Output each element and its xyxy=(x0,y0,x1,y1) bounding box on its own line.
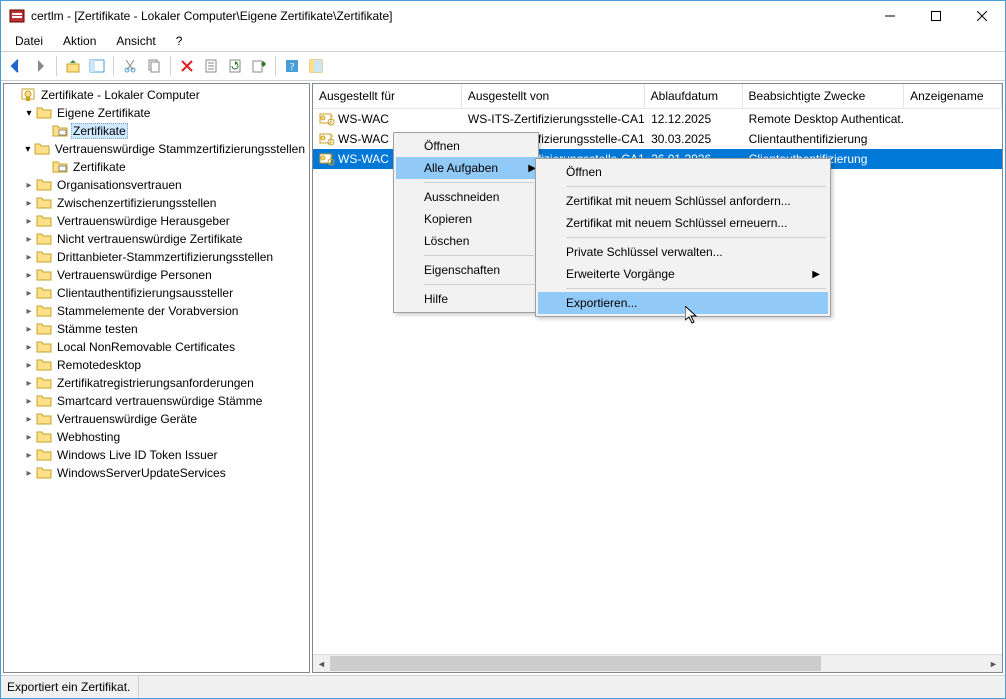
forward-button[interactable] xyxy=(29,55,51,77)
status-text: Exportiert ein Zertifikat. xyxy=(7,676,139,698)
svg-text:?: ? xyxy=(290,61,295,73)
tree-item[interactable]: ▸Stammelemente der Vorabversion xyxy=(6,302,307,320)
app-icon xyxy=(9,8,25,24)
body-split: Zertifikate - Lokaler Computer▾Eigene Ze… xyxy=(1,81,1005,675)
ctx-item[interactable]: Exportieren... xyxy=(538,292,828,314)
tree-item[interactable]: ▸Remotedesktop xyxy=(6,356,307,374)
tree-item[interactable]: ▸Vertrauenswürdige Geräte xyxy=(6,410,307,428)
tree-root-item[interactable]: Zertifikate - Lokaler Computer xyxy=(6,86,307,104)
list-pane: Ausgestellt fürAusgestellt vonAblaufdatu… xyxy=(312,83,1003,673)
ctx-item[interactable]: Zertifikat mit neuem Schlüssel erneuern.… xyxy=(538,212,828,234)
tree-item[interactable]: ▸Smartcard vertrauenswürdige Stämme xyxy=(6,392,307,410)
ctx-item[interactable]: Öffnen xyxy=(396,135,544,157)
tree-item[interactable]: ▾Vertrauenswürdige Stammzertifizierungss… xyxy=(6,140,307,158)
column-header-issued_by[interactable]: Ausgestellt von xyxy=(462,84,645,108)
certificate-icon xyxy=(319,151,335,167)
column-header-issued_to[interactable]: Ausgestellt für xyxy=(313,84,462,108)
tree-item[interactable]: ▸Zertifikatregistrierungsanforderungen xyxy=(6,374,307,392)
list-row[interactable]: WS-WACWS-ITS-Zertifizierungsstelle-CA112… xyxy=(313,109,1002,129)
tree-item[interactable]: ▸Vertrauenswürdige Personen xyxy=(6,266,307,284)
cut-button[interactable] xyxy=(119,55,141,77)
scroll-left-button[interactable]: ◄ xyxy=(313,655,330,672)
delete-button[interactable] xyxy=(176,55,198,77)
context-submenu[interactable]: Öffnen Zertifikat mit neuem Schlüssel anf… xyxy=(535,158,831,317)
ctx-item[interactable]: Kopieren xyxy=(396,208,544,230)
ctx-item[interactable]: Private Schlüssel verwalten... xyxy=(538,241,828,263)
tree-item[interactable]: Zertifikate xyxy=(6,158,307,176)
menu-datei[interactable]: Datei xyxy=(7,32,51,50)
tree-item[interactable]: ▸Nicht vertrauenswürdige Zertifikate xyxy=(6,230,307,248)
ctx-item[interactable]: Erweiterte Vorgänge▶ xyxy=(538,263,828,285)
tree-item[interactable]: ▸Stämme testen xyxy=(6,320,307,338)
context-menu[interactable]: ÖffnenAlle Aufgaben▶AusschneidenKopieren… xyxy=(393,132,539,313)
chevron-right-icon: ▶ xyxy=(812,269,820,280)
tree-item[interactable]: ▸Organisationsvertrauen xyxy=(6,176,307,194)
window-controls xyxy=(867,1,1005,31)
tree-item[interactable]: ▾Eigene Zertifikate xyxy=(6,104,307,122)
scroll-thumb[interactable] xyxy=(330,656,821,671)
ctx-item[interactable]: Ausschneiden xyxy=(396,186,544,208)
tree-item[interactable]: ▸Vertrauenswürdige Herausgeber xyxy=(6,212,307,230)
properties-button[interactable] xyxy=(200,55,222,77)
tree-item[interactable]: Zertifikate xyxy=(6,122,307,140)
horizontal-scrollbar[interactable]: ◄ ► xyxy=(313,654,1002,672)
ctx-item[interactable]: Zertifikat mit neuem Schlüssel anfordern… xyxy=(538,190,828,212)
ctx-item[interactable]: Öffnen xyxy=(538,161,828,183)
titlebar: certlm - [Zertifikate - Lokaler Computer… xyxy=(1,1,1005,31)
tree: Zertifikate - Lokaler Computer▾Eigene Ze… xyxy=(4,84,309,484)
back-button[interactable] xyxy=(5,55,27,77)
titlebar-left: certlm - [Zertifikate - Lokaler Computer… xyxy=(9,8,392,24)
export-list-button[interactable] xyxy=(248,55,270,77)
column-header-friendly[interactable]: Anzeigename xyxy=(904,84,1002,108)
statusbar: Exportiert ein Zertifikat. xyxy=(1,675,1005,698)
minimize-button[interactable] xyxy=(867,1,913,31)
copy-button[interactable] xyxy=(143,55,165,77)
tree-item[interactable]: ▸Drittanbieter-Stammzertifizierungsstell… xyxy=(6,248,307,266)
ctx-item[interactable]: Löschen xyxy=(396,230,544,252)
menu-ansicht[interactable]: Ansicht xyxy=(108,32,163,50)
menu-aktion[interactable]: Aktion xyxy=(55,32,104,50)
tree-item[interactable]: ▸Windows Live ID Token Issuer xyxy=(6,446,307,464)
refresh-button[interactable] xyxy=(224,55,246,77)
show-hide-tree-button[interactable] xyxy=(86,55,108,77)
scroll-right-button[interactable]: ► xyxy=(985,655,1002,672)
menu-help[interactable]: ? xyxy=(168,32,191,50)
column-header-purpose[interactable]: Beabsichtigte Zwecke xyxy=(743,84,905,108)
list-header: Ausgestellt fürAusgestellt vonAblaufdatu… xyxy=(313,84,1002,109)
ctx-item[interactable]: Alle Aufgaben▶ xyxy=(396,157,544,179)
help-button[interactable]: ? xyxy=(281,55,303,77)
window-title: certlm - [Zertifikate - Lokaler Computer… xyxy=(31,9,392,23)
ctx-item[interactable]: Eigenschaften xyxy=(396,259,544,281)
certificate-icon xyxy=(319,131,335,147)
toolbar: ? xyxy=(1,51,1005,81)
tree-item[interactable]: ▸WindowsServerUpdateServices xyxy=(6,464,307,482)
menubar: Datei Aktion Ansicht ? xyxy=(1,31,1005,51)
app-window: certlm - [Zertifikate - Lokaler Computer… xyxy=(0,0,1006,699)
help-topics-button[interactable] xyxy=(305,55,327,77)
certificate-icon xyxy=(319,111,335,127)
column-header-expiry[interactable]: Ablaufdatum xyxy=(645,84,743,108)
tree-pane[interactable]: Zertifikate - Lokaler Computer▾Eigene Ze… xyxy=(3,83,310,673)
tree-item[interactable]: ▸Local NonRemovable Certificates xyxy=(6,338,307,356)
tree-item[interactable]: ▸Zwischenzertifizierungsstellen xyxy=(6,194,307,212)
maximize-button[interactable] xyxy=(913,1,959,31)
ctx-item[interactable]: Hilfe xyxy=(396,288,544,310)
up-folder-button[interactable] xyxy=(62,55,84,77)
close-button[interactable] xyxy=(959,1,1005,31)
tree-item[interactable]: ▸Webhosting xyxy=(6,428,307,446)
tree-item[interactable]: ▸Clientauthentifizierungsaussteller xyxy=(6,284,307,302)
